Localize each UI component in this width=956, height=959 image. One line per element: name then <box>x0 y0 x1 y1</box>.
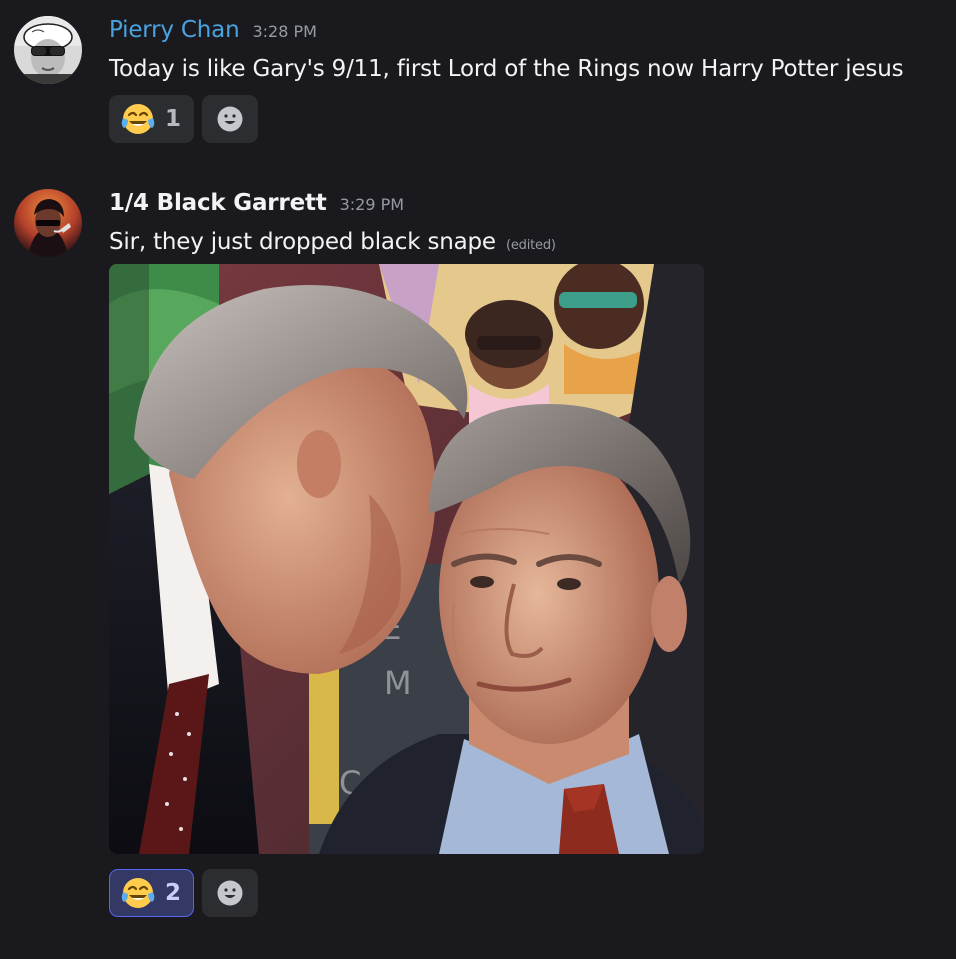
reactions-bar: 2 <box>109 869 259 917</box>
reaction-count: 2 <box>165 880 182 906</box>
smiley-add-icon <box>217 880 243 906</box>
image-attachment[interactable]: RE M Co <box>109 264 704 854</box>
avatar-dark-portrait-icon <box>14 189 82 257</box>
timestamp: 3:29 PM <box>339 195 405 214</box>
svg-text:M: M <box>384 664 412 702</box>
add-reaction-button[interactable] <box>202 869 259 917</box>
message-text: Sir, they just dropped black snape <box>109 229 496 255</box>
username[interactable]: 1/4 Black Garrett <box>109 190 327 216</box>
reaction-joy[interactable]: 2 <box>109 869 195 917</box>
avatar[interactable] <box>14 189 82 257</box>
message-black-garrett: 1/4 Black Garrett 3:29 PM Sir, they just… <box>0 0 956 959</box>
chat-messages: Pierry Chan 3:28 PM Today is like Gary's… <box>0 0 956 959</box>
edited-label: (edited) <box>506 238 556 253</box>
message-text-container: Sir, they just dropped black snape (edit… <box>109 229 556 255</box>
photo-meme-image: RE M Co <box>109 264 704 854</box>
joy-emoji-icon <box>121 878 155 908</box>
